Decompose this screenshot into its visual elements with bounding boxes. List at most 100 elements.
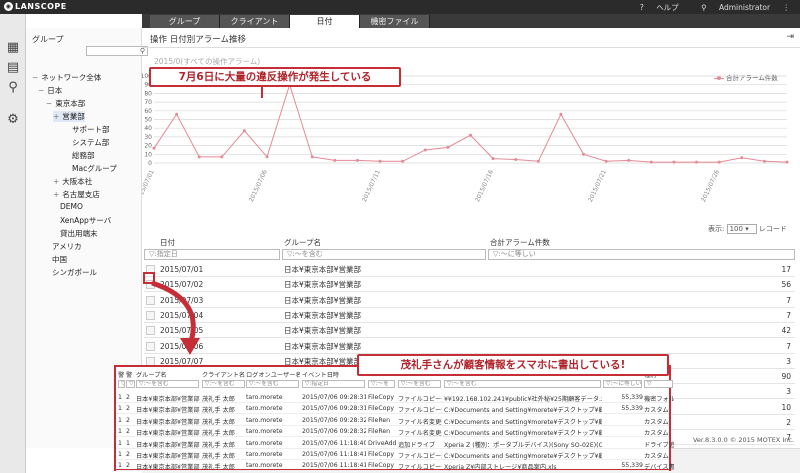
popup-cell: 茂礼手 太郎 (202, 453, 235, 460)
popup-event-row[interactable]: 1 2 日本¥東京本部¥営業部 茂礼手 太郎 taro.morete 2015/07/06… (116, 449, 669, 460)
tree-node[interactable]: 貸出用端末 (60, 228, 98, 239)
popup-event-row[interactable]: 1 2 日本¥東京本部¥営業部 茂礼手 太郎 taro.morete 2015/07/06… (116, 392, 674, 403)
tree-node-label: 名古屋支店 (62, 190, 100, 199)
popup-col-header[interactable]: 警 (126, 370, 136, 379)
popup-event-row[interactable]: 1 2 日本¥東京本部¥営業部 茂礼手 太郎 taro.morete 2015/07/06… (116, 460, 674, 472)
tree-node-label: Macグループ (72, 164, 117, 173)
popup-filter[interactable]: ▽:〜に等しい (603, 380, 642, 388)
table-row[interactable]: 2015/07/03 日本¥東京本部¥営業部 7 (144, 293, 795, 308)
popup-cell: Xperia Z¥内部ストレージ¥商品案内.xls (444, 464, 557, 472)
col-header-date[interactable]: 日付 (160, 237, 175, 249)
popup-cell: ファイル名変更先 (398, 430, 442, 438)
popup-cell: 2 (126, 416, 130, 424)
tab-client[interactable]: クライアント (220, 15, 290, 28)
col-header-group[interactable]: グループ名 (284, 237, 321, 249)
tree-node-label: 大阪本社 (62, 177, 93, 186)
popup-col-header[interactable]: グループ名 (136, 370, 200, 379)
tree-node[interactable]: 中国 (52, 254, 67, 265)
popup-filter[interactable]: ▽ (118, 380, 125, 388)
popup-filter[interactable]: ▽:指定日 (302, 380, 365, 388)
search-icon[interactable]: ⚲ (5, 80, 21, 96)
popup-event-row[interactable]: 1 1 日本¥東京本部¥営業部 茂礼手 太郎 taro.morete 2015/07/06… (116, 438, 674, 449)
popup-col-header[interactable]: ログオンユーザー名 (246, 370, 300, 379)
tree-toggle-icon[interactable]: + (53, 112, 59, 121)
display-count-select[interactable]: 100 ▾ (726, 224, 757, 234)
calendar-icon[interactable]: ▦ (5, 40, 21, 56)
tree-node-label: 貸出用端末 (60, 229, 98, 238)
tree-toggle-icon[interactable]: − (32, 73, 38, 82)
popup-cell: taro.morete (246, 394, 283, 401)
tree-node[interactable]: シンガポール (52, 267, 97, 278)
tree-node-label: シンガポール (52, 268, 97, 277)
popup-col-header[interactable]: クライアント名 (202, 370, 246, 379)
tree-node[interactable]: DEMO (60, 202, 83, 211)
filter-date[interactable]: ▽:指定日 (144, 249, 280, 260)
row-detail-icon[interactable] (146, 341, 155, 351)
col-header-count[interactable]: 合計アラーム件数 (490, 237, 550, 249)
tree-node[interactable]: XenAppサーバ (60, 215, 111, 226)
popup-event-row[interactable]: 1 2 日本¥東京本部¥営業部 茂礼手 太郎 taro.morete 2015/07/06… (116, 415, 669, 426)
user-name: Administrator (718, 3, 771, 12)
popup-event-row[interactable]: 1 2 日本¥東京本部¥営業部 茂礼手 太郎 taro.morete 2015/07/06… (116, 403, 669, 415)
tab-date[interactable]: 日付 (290, 15, 360, 28)
tab-confidential-file[interactable]: 機密ファイル (360, 15, 430, 28)
settings-menu[interactable]: ⋮ (783, 3, 791, 12)
series-line (153, 83, 788, 163)
tree-node[interactable]: アメリカ (52, 241, 82, 252)
table-row[interactable]: 2015/07/05 日本¥東京本部¥営業部 42 (144, 323, 795, 339)
filter-group[interactable]: ▽:〜を含む (282, 249, 486, 260)
popup-cell: 2015/07/06 09:28:31 (302, 405, 366, 413)
data-point (717, 160, 721, 164)
cell-date: 2015/07/06 (160, 341, 204, 351)
row-detail-icon[interactable] (146, 295, 155, 305)
tree-node[interactable]: − 日本 (38, 85, 62, 96)
lanscope-logo: ◉ LANSCOPE (4, 2, 67, 11)
popup-filter[interactable]: ▽ (644, 380, 673, 388)
tree-node[interactable]: − ネットワーク全体 (32, 72, 101, 83)
cell-count: 3 (786, 356, 791, 366)
tree-node[interactable]: システム部 (72, 137, 109, 148)
popup-cell: 1 (118, 451, 122, 458)
tree-node-label: XenAppサーバ (60, 216, 112, 225)
tree-node[interactable]: + 名古屋支店 (53, 189, 100, 200)
table-row[interactable]: 2015/07/02 日本¥東京本部¥営業部 56 (144, 277, 795, 293)
tree-toggle-icon[interactable]: − (46, 99, 52, 108)
help-link[interactable]: ? ヘルプ (630, 3, 679, 12)
popup-col-header[interactable]: 警 (118, 370, 126, 379)
popup-filter[interactable]: ▽:〜を含む (136, 380, 199, 388)
filter-count[interactable]: ▽:〜に等しい (488, 249, 795, 260)
tree-node[interactable]: + 大阪本社 (53, 176, 92, 187)
popup-filter[interactable]: ▽:〜を含む (246, 380, 299, 388)
y-tick-label: 30 (144, 134, 152, 141)
tree-node[interactable]: + 営業部 (53, 111, 85, 122)
popup-cell: C:¥Documents and Setting¥morete¥デスクトップ¥顧… (444, 418, 602, 426)
tree-node[interactable]: サポート部 (72, 124, 110, 135)
popup-filter[interactable]: ▽:〜を (368, 380, 395, 388)
popup-filter[interactable]: ▽:〜を含む (398, 380, 441, 388)
user-menu[interactable]: ⚲ Administrator (691, 3, 770, 12)
data-point (469, 133, 472, 137)
tree-search-input[interactable]: ⚲ (86, 46, 148, 56)
popup-filter[interactable]: ▽:〜を含む (202, 380, 245, 388)
book-icon[interactable]: ▤ (5, 60, 21, 76)
cell-count: 7 (786, 295, 791, 305)
popup-filter[interactable]: ▽:〜を含む (444, 380, 601, 388)
tree-node[interactable]: Macグループ (72, 163, 117, 174)
popup-cell: 2 (126, 405, 130, 413)
popup-filter[interactable]: ▽ (126, 380, 135, 388)
tree-toggle-icon[interactable]: + (53, 190, 59, 199)
row-detail-icon[interactable] (146, 326, 155, 336)
table-row[interactable]: 2015/07/04 日本¥東京本部¥営業部 7 (144, 308, 795, 323)
tree-toggle-icon[interactable]: − (38, 86, 44, 95)
popup-cell: 追加ドライブ (398, 441, 436, 449)
table-row[interactable]: 2015/07/06 日本¥東京本部¥営業部 7 (144, 339, 795, 354)
gear-icon[interactable]: ⚙ (5, 112, 21, 128)
table-row[interactable]: 2015/07/01 日本¥東京本部¥営業部 17 (144, 262, 795, 277)
tree-toggle-icon[interactable]: + (53, 177, 59, 186)
tab-group[interactable]: グループ (150, 15, 220, 28)
row-detail-icon[interactable] (146, 310, 155, 320)
tree-node[interactable]: − 東京本部 (46, 98, 85, 109)
popup-cell: 55,339 (621, 405, 643, 413)
popup-event-row[interactable]: 1 2 日本¥東京本部¥営業部 茂礼手 太郎 taro.morete 2015/07/06… (116, 426, 669, 438)
tree-node[interactable]: 総務部 (72, 150, 95, 161)
